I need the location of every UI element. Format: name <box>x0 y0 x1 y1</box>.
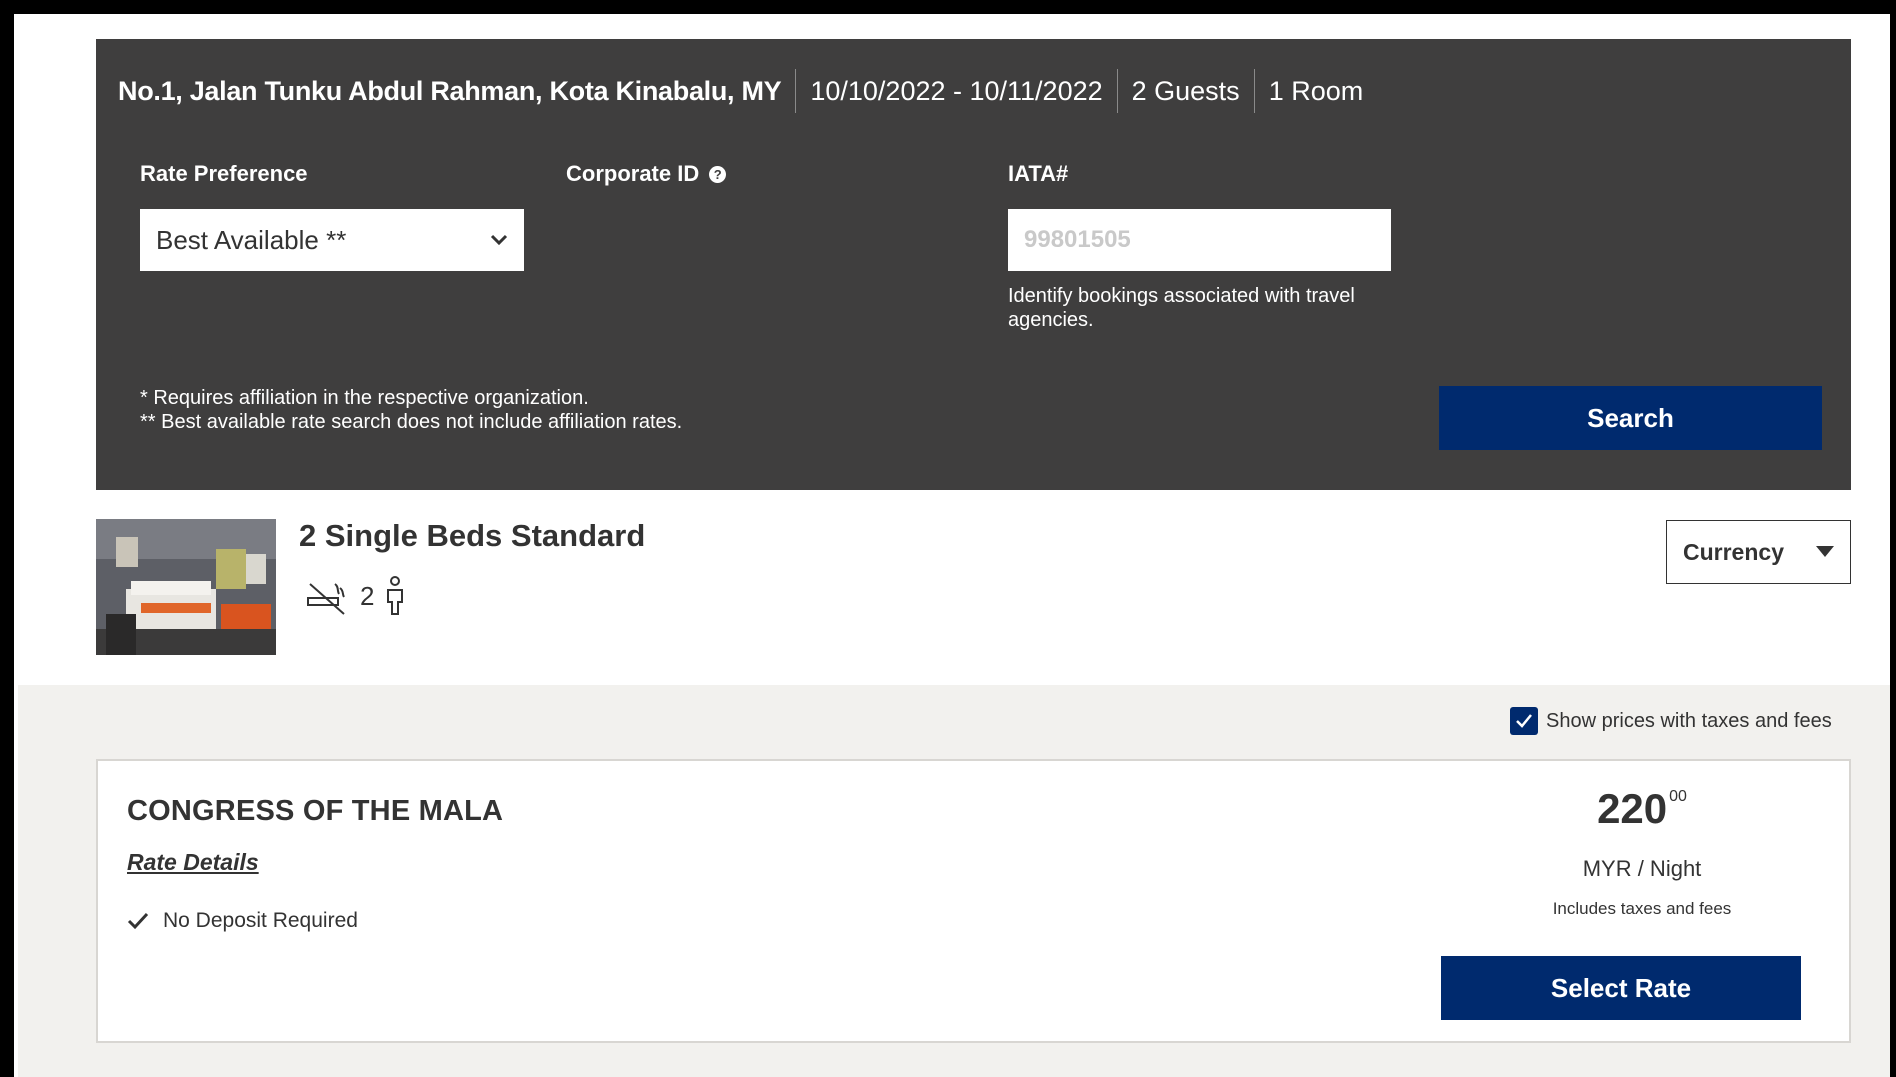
person-icon <box>387 576 404 615</box>
search-button[interactable]: Search <box>1439 386 1822 450</box>
search-summary: No.1, Jalan Tunku Abdul Rahman, Kota Kin… <box>118 69 1377 113</box>
rate-details-link[interactable]: Rate Details <box>127 849 259 876</box>
price-unit: MYR / Night <box>1582 856 1702 881</box>
question-circle-icon[interactable]: ? <box>709 165 727 183</box>
checkmark-icon <box>1516 714 1532 728</box>
room-photo <box>96 519 276 655</box>
iata-hint: Identify bookings associated with travel… <box>1008 285 1355 331</box>
room-amenities: 2 <box>304 576 406 616</box>
summary-dates: 10/10/2022 - 10/11/2022 <box>795 69 1116 113</box>
page-frame: No.1, Jalan Tunku Abdul Rahman, Kota Kin… <box>14 14 1890 1077</box>
note-affiliation: * Requires affiliation in the respective… <box>140 387 589 409</box>
rate-preference-select[interactable]: Best Available ** <box>140 209 524 271</box>
show-taxes-label: Show prices with taxes and fees <box>1546 709 1832 732</box>
deposit-label: No Deposit Required <box>163 909 358 932</box>
deposit-info: No Deposit Required <box>127 909 358 933</box>
checkmark-icon <box>127 912 149 930</box>
no-smoking-icon <box>307 583 345 615</box>
show-taxes-checkbox[interactable] <box>1510 707 1538 735</box>
room-title: 2 Single Beds Standard <box>299 518 646 553</box>
iata-input[interactable] <box>1008 209 1391 271</box>
rate-price: 220 00 <box>1518 785 1766 833</box>
affiliation-notes: * Requires affiliation in the respective… <box>140 386 682 434</box>
caret-down-icon <box>1816 546 1834 557</box>
rate-card: CONGRESS OF THE MALA Rate Details No Dep… <box>96 759 1851 1043</box>
price-cents: 00 <box>1669 788 1687 805</box>
currency-label: Currency <box>1683 538 1784 565</box>
summary-rooms: 1 Room <box>1253 69 1378 113</box>
summary-address: No.1, Jalan Tunku Abdul Rahman, Kota Kin… <box>118 76 782 106</box>
search-panel: No.1, Jalan Tunku Abdul Rahman, Kota Kin… <box>96 39 1851 490</box>
occupancy-count: 2 <box>360 580 375 611</box>
summary-guests: 2 Guests <box>1116 69 1254 113</box>
rate-preference-value: Best Available ** <box>156 224 347 255</box>
price-amount: 220 <box>1597 785 1668 832</box>
rate-preference-label: Rate Preference <box>140 161 308 186</box>
corporate-id-label: Corporate ID ? <box>566 161 727 187</box>
room-photo-illustration <box>96 519 276 655</box>
rate-name: CONGRESS OF THE MALA <box>127 795 504 827</box>
show-taxes-toggle[interactable]: Show prices with taxes and fees <box>1510 707 1832 735</box>
iata-label: IATA# <box>1008 161 1069 186</box>
tax-note: Includes taxes and fees <box>1552 899 1732 918</box>
chevron-down-icon <box>490 234 508 246</box>
note-best-available: ** Best available rate search does not i… <box>140 411 683 433</box>
select-rate-button[interactable]: Select Rate <box>1441 956 1801 1020</box>
currency-dropdown[interactable]: Currency <box>1666 520 1851 584</box>
